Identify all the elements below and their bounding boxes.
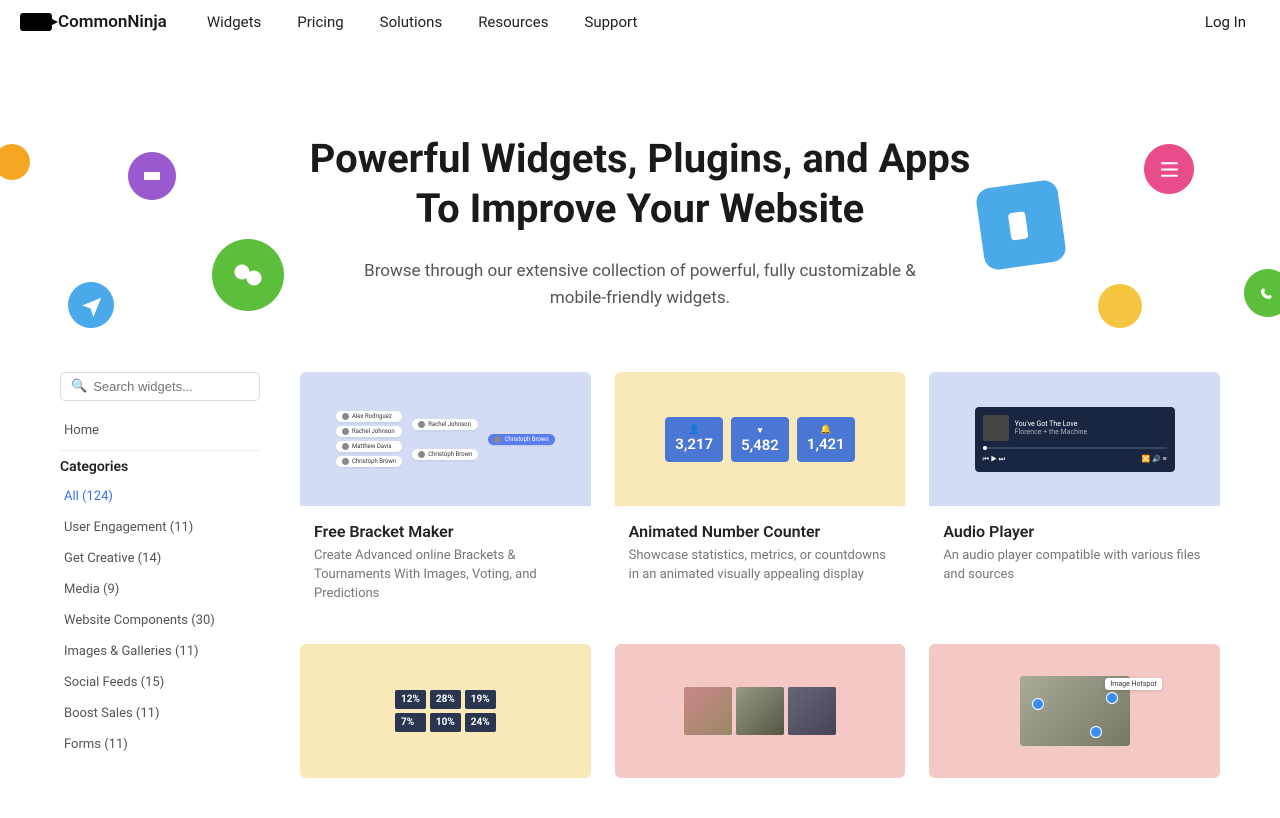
logo-icon [20,13,52,31]
card-bracket-maker[interactable]: Alex Rodriguez Rachel Johnson Matthew Da… [300,372,591,620]
main-nav: Widgets Pricing Solutions Resources Supp… [207,13,1205,31]
card-desc: An audio player compatible with various … [943,547,1206,585]
card-desc: Create Advanced online Brackets & Tourna… [314,547,577,604]
sidebar-item-sales[interactable]: Boost Sales (11) [60,698,260,729]
list-icon [1144,144,1194,194]
badge-icon [1098,284,1142,328]
card-image [615,644,906,778]
card-percentage-tiles[interactable]: 12% 28% 19% 7% 10% 24% [300,644,591,778]
sidebar-item-all[interactable]: All (124) [60,481,260,512]
photo-thumb [684,687,732,735]
card-image: 👤3,217 ♥5,482 🔔1,421 [615,372,906,506]
sidebar-item-media[interactable]: Media (9) [60,574,260,605]
card-desc: Showcase statistics, metrics, or countdo… [629,547,892,585]
card-image-hotspot[interactable]: Image Hotspot [929,644,1220,778]
hotspot-dot-icon [1106,692,1118,704]
sidebar-categories-heading: Categories [60,459,260,475]
nav-pricing[interactable]: Pricing [297,13,343,31]
header: CommonNinja Widgets Pricing Solutions Re… [0,0,1280,44]
hero: Powerful Widgets, Plugins, and Apps To I… [0,44,1280,372]
hotspot-label: Image Hotspot [1105,678,1161,690]
whatsapp-icon [1244,269,1280,317]
hotspot-dot-icon [1090,726,1102,738]
cards-icon [975,179,1068,272]
sidebar-home[interactable]: Home [60,415,260,451]
card-image: 12% 28% 19% 7% 10% 24% [300,644,591,778]
photo-thumb [788,687,836,735]
nav-resources[interactable]: Resources [478,13,548,31]
logo[interactable]: CommonNinja [20,12,167,32]
card-photo-grid[interactable] [615,644,906,778]
hero-subtitle: Browse through our extensive collection … [360,258,920,312]
ticket-icon [128,152,176,200]
nav-support[interactable]: Support [584,13,637,31]
sidebar-item-components[interactable]: Website Components (30) [60,605,260,636]
card-image: You've Got The Love Florence + the Machi… [929,372,1220,506]
sidebar-item-engagement[interactable]: User Engagement (11) [60,512,260,543]
card-title: Free Bracket Maker [314,522,577,541]
sidebar-item-creative[interactable]: Get Creative (14) [60,543,260,574]
brand-name: CommonNinja [58,12,167,32]
volume-icon: 🔀 🔊 ≡ [1142,455,1167,464]
card-title: Audio Player [943,522,1206,541]
photo-thumb [736,687,784,735]
sidebar-item-social[interactable]: Social Feeds (15) [60,667,260,698]
sidebar-item-forms[interactable]: Forms (11) [60,729,260,760]
main: 🔍 Home Categories All (124) User Engagem… [0,372,1280,818]
play-controls-icon: ⏮ ▶ ⏭ [983,455,1005,464]
search-box[interactable]: 🔍 [60,372,260,401]
card-image: Image Hotspot [929,644,1220,778]
card-number-counter[interactable]: 👤3,217 ♥5,482 🔔1,421 Animated Number Cou… [615,372,906,620]
hero-title: Powerful Widgets, Plugins, and Apps To I… [20,134,1260,234]
nav-widgets[interactable]: Widgets [207,13,261,31]
search-icon: 🔍 [71,379,87,394]
hotspot-dot-icon [1032,698,1044,710]
card-image: Alex Rodriguez Rachel Johnson Matthew Da… [300,372,591,506]
search-input[interactable] [93,379,249,394]
nav-solutions[interactable]: Solutions [380,13,443,31]
send-icon [68,282,114,328]
audio-title: You've Got The Love [1015,420,1088,428]
card-audio-player[interactable]: You've Got The Love Florence + the Machi… [929,372,1220,620]
chat-icon [212,239,284,311]
audio-artist: Florence + the Machine [1015,428,1088,436]
login-link[interactable]: Log In [1205,13,1246,31]
widget-grid: Alex Rodriguez Rachel Johnson Matthew Da… [300,372,1220,778]
sidebar-item-images[interactable]: Images & Galleries (11) [60,636,260,667]
card-title: Animated Number Counter [629,522,892,541]
sidebar: 🔍 Home Categories All (124) User Engagem… [60,372,260,778]
